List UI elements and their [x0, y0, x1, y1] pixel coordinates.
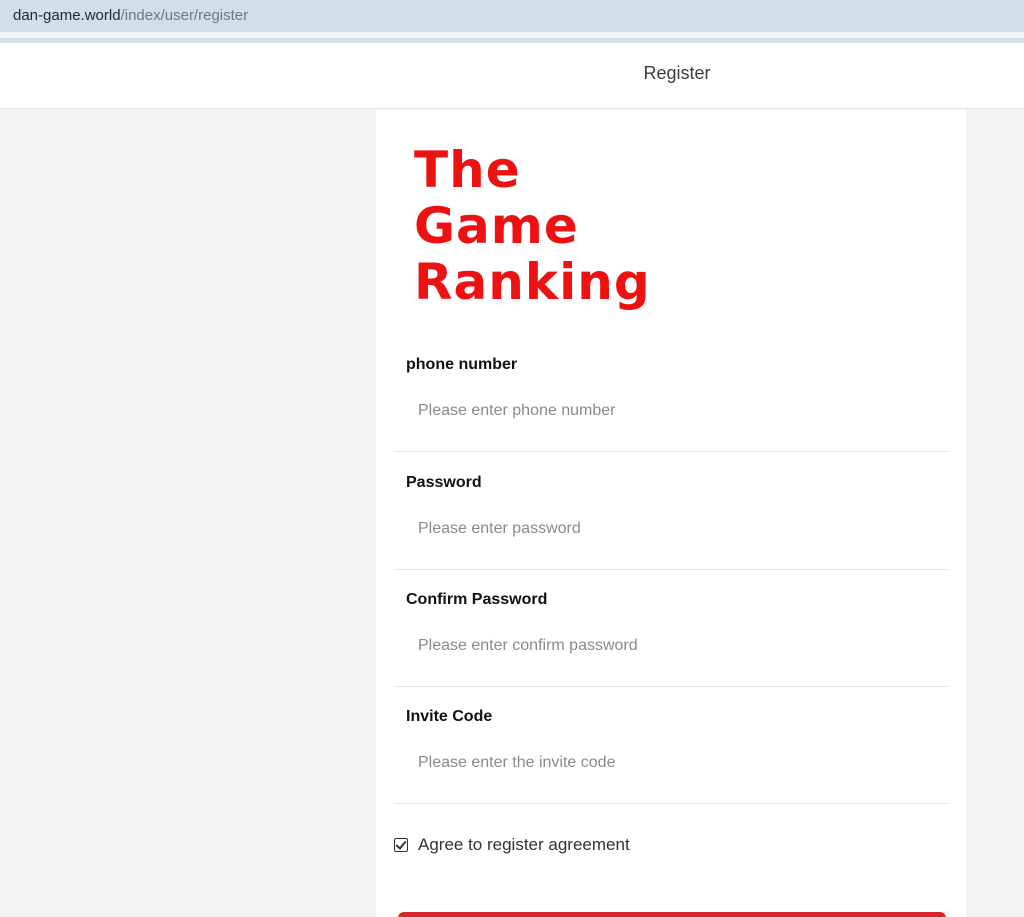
agree-label: Agree to register agreement: [418, 835, 630, 854]
page-title: Register: [643, 63, 711, 83]
phone-number-input[interactable]: [406, 396, 926, 426]
confirm-password-input[interactable]: [406, 631, 926, 661]
invite-code-field: Invite Code: [394, 686, 949, 804]
logo-line-1: The: [414, 141, 521, 199]
invite-code-label: Invite Code: [406, 708, 493, 725]
register-submit-button[interactable]: [398, 912, 946, 917]
logo-line-3: Ranking: [414, 253, 651, 311]
url-host: dan-game.world: [13, 7, 121, 24]
confirm-password-field: Confirm Password: [394, 569, 949, 687]
page-header: Register: [0, 43, 1024, 109]
browser-address-bar[interactable]: dan-game.world/index/user/register: [0, 0, 1024, 32]
register-form-card: The Game Ranking phone number Password C…: [376, 110, 966, 917]
password-label: Password: [406, 474, 482, 491]
agree-checkbox-row[interactable]: Agree to register agreement: [394, 830, 630, 860]
confirm-password-label: Confirm Password: [406, 591, 548, 608]
logo-line-2: Game: [414, 197, 579, 255]
password-input[interactable]: [406, 514, 926, 544]
game-ranking-logo: The Game Ranking: [414, 142, 674, 322]
invite-code-input[interactable]: [406, 748, 926, 778]
phone-number-field: phone number: [394, 334, 949, 452]
url-path: /index/user/register: [120, 7, 249, 24]
phone-number-label: phone number: [406, 356, 518, 373]
agree-checkbox[interactable]: [394, 838, 408, 852]
password-field: Password: [394, 452, 949, 570]
